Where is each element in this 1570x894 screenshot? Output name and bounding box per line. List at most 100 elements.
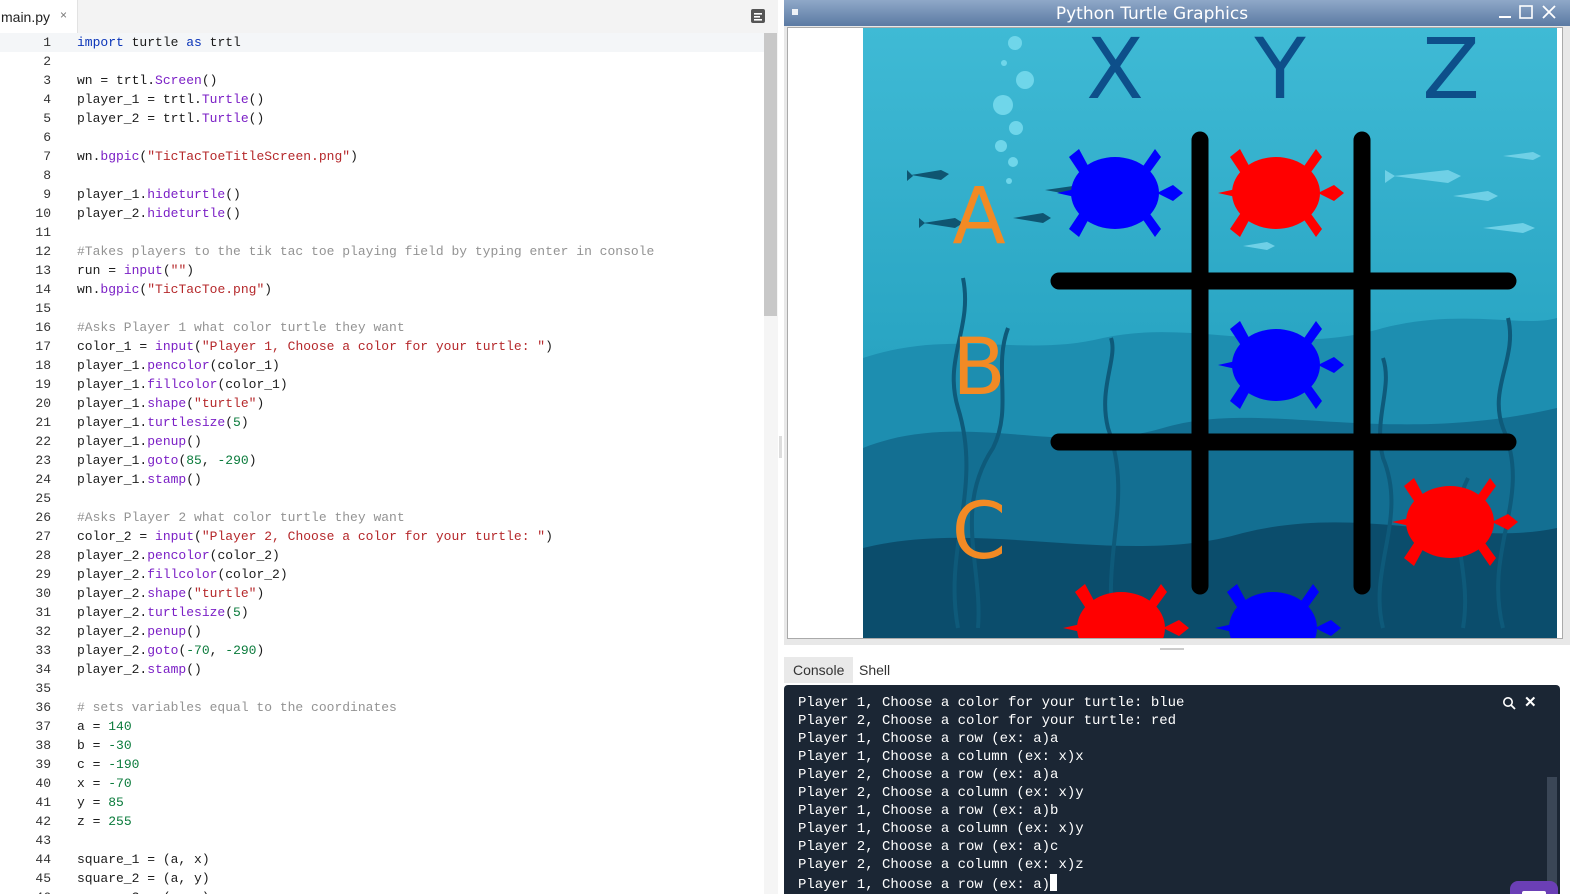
code-text: player_2 = trtl.Turtle() [77,111,265,126]
window-title: Python Turtle Graphics [1055,4,1249,24]
code-line[interactable]: 26 #Asks Player 2 what color turtle they … [0,508,764,527]
close-tab-icon[interactable]: × [60,8,67,22]
code-text: player_2.fillcolor(color_2) [77,567,288,582]
code-line[interactable]: 8 [0,166,764,185]
code-line[interactable]: 1 import turtle as trtl [0,33,764,52]
code-text: wn.bgpic("TicTacToeTitleScreen.png") [77,149,358,164]
panel-resize-grip[interactable] [1160,648,1184,650]
line-number: 2 [43,54,51,69]
code-line[interactable]: 38 b = -30 [0,736,764,755]
code-line[interactable]: 12 #Takes players to the tik tac toe play… [0,242,764,261]
line-number: 45 [35,871,51,886]
code-line[interactable]: 14 wn.bgpic("TicTacToe.png") [0,280,764,299]
code-line[interactable]: 2 [0,52,764,71]
line-number: 17 [35,339,51,354]
code-text: a = 140 [77,719,132,734]
code-line[interactable]: 19 player_1.fillcolor(color_1) [0,375,764,394]
code-line[interactable]: 44 square_1 = (a, x) [0,850,764,869]
code-line[interactable]: 30 player_2.shape("turtle") [0,584,764,603]
code-line[interactable]: 23 player_1.goto(85, -290) [0,451,764,470]
line-number: 6 [43,130,51,145]
code-editor[interactable]: main.py × 1 import turtle as trtl 2 3 wn = t… [0,0,778,894]
code-line[interactable]: 34 player_2.stamp() [0,660,764,679]
code-line[interactable]: 33 player_2.goto(-70, -290) [0,641,764,660]
line-number: 31 [35,605,51,620]
code-text: player_2.stamp() [77,662,202,677]
code-text: player_2.shape("turtle") [77,586,265,601]
code-text: square_1 = (a, x) [77,852,210,867]
code-text: player_1.fillcolor(color_1) [77,377,288,392]
code-text: c = -190 [77,757,140,772]
line-number: 24 [35,472,51,487]
code-line[interactable]: 17 color_1 = input("Player 1, Choose a co… [0,337,764,356]
code-line[interactable]: 18 player_1.pencolor(color_1) [0,356,764,375]
line-number: 23 [35,453,51,468]
code-line[interactable]: 37 a = 140 [0,717,764,736]
code-text: color_1 = input("Player 1, Choose a colo… [77,339,553,354]
line-number: 8 [43,168,51,183]
code-line[interactable]: 13 run = input("") [0,261,764,280]
tab-console[interactable]: Console [784,657,854,683]
search-icon[interactable] [1502,696,1516,710]
line-number: 38 [35,738,51,753]
minimize-icon[interactable] [1496,3,1514,21]
code-line[interactable]: 41 y = 85 [0,793,764,812]
code-line[interactable]: 3 wn = trtl.Screen() [0,71,764,90]
window-titlebar[interactable]: Python Turtle Graphics [784,0,1570,26]
code-line[interactable]: 22 player_1.penup() [0,432,764,451]
code-text: wn.bgpic("TicTacToe.png") [77,282,273,297]
code-text: y = 85 [77,795,124,810]
code-line[interactable]: 28 player_2.pencolor(color_2) [0,546,764,565]
row-label-b: B [952,323,1006,413]
line-number: 33 [35,643,51,658]
code-line[interactable]: 29 player_2.fillcolor(color_2) [0,565,764,584]
code-line[interactable]: 11 [0,223,764,242]
file-tab-main-py[interactable]: main.py × [0,0,78,33]
pane-split-handle[interactable] [779,436,782,458]
code-line[interactable]: 39 c = -190 [0,755,764,774]
code-line[interactable]: 10 player_2.hideturtle() [0,204,764,223]
code-line[interactable]: 42 z = 255 [0,812,764,831]
line-number: 30 [35,586,51,601]
editor-scrollbar-thumb[interactable] [764,33,777,316]
code-line[interactable]: 21 player_1.turtlesize(5) [0,413,764,432]
line-number: 37 [35,719,51,734]
code-line[interactable]: 15 [0,299,764,318]
code-line[interactable]: 35 [0,679,764,698]
code-line[interactable]: 43 [0,831,764,850]
code-line[interactable]: 5 player_2 = trtl.Turtle() [0,109,764,128]
code-line[interactable]: 9 player_1.hideturtle() [0,185,764,204]
console-terminal[interactable]: Player 1, Choose a color for your turtle… [784,685,1560,894]
close-window-icon[interactable] [1540,3,1558,21]
text-cursor [1050,874,1058,891]
code-line[interactable]: 20 player_1.shape("turtle") [0,394,764,413]
code-line[interactable]: 6 [0,128,764,147]
code-line[interactable]: 4 player_1 = trtl.Turtle() [0,90,764,109]
console-line: Player 1, Choose a color for your turtle… [798,695,1185,711]
tab-shell[interactable]: Shell [850,657,899,683]
chat-icon[interactable] [1510,881,1558,894]
code-text: x = -70 [77,776,132,791]
code-line[interactable]: 46 square_3 = (a, z) [0,888,764,894]
code-line[interactable]: 31 player_2.turtlesize(5) [0,603,764,622]
close-icon[interactable]: ✕ [1524,693,1537,711]
code-line[interactable]: 40 x = -70 [0,774,764,793]
code-line[interactable]: 32 player_2.penup() [0,622,764,641]
code-line[interactable]: 16 #Asks Player 1 what color turtle they … [0,318,764,337]
outline-icon[interactable] [750,8,766,24]
code-line[interactable]: 25 [0,489,764,508]
console-line: Player 1, Choose a row (ex: a) [798,874,1058,894]
code-text: run = input("") [77,263,195,278]
code-line[interactable]: 27 color_2 = input("Player 2, Choose a co… [0,527,764,546]
code-line[interactable]: 45 square_2 = (a, y) [0,869,764,888]
maximize-icon[interactable] [1517,3,1535,21]
code-line[interactable]: 24 player_1.stamp() [0,470,764,489]
code-line[interactable]: 36 # sets variables equal to the coordina… [0,698,764,717]
turtle-canvas[interactable]: X Y Z A B C [787,27,1563,639]
code-text: player_2.goto(-70, -290) [77,643,265,658]
code-line[interactable]: 7 wn.bgpic("TicTacToeTitleScreen.png") [0,147,764,166]
code-text: #Takes players to the tik tac toe playin… [77,244,655,259]
console-scrollbar[interactable] [1547,777,1557,894]
line-number: 7 [43,149,51,164]
code-area[interactable]: 1 import turtle as trtl 2 3 wn = trtl.Screen… [0,33,764,894]
